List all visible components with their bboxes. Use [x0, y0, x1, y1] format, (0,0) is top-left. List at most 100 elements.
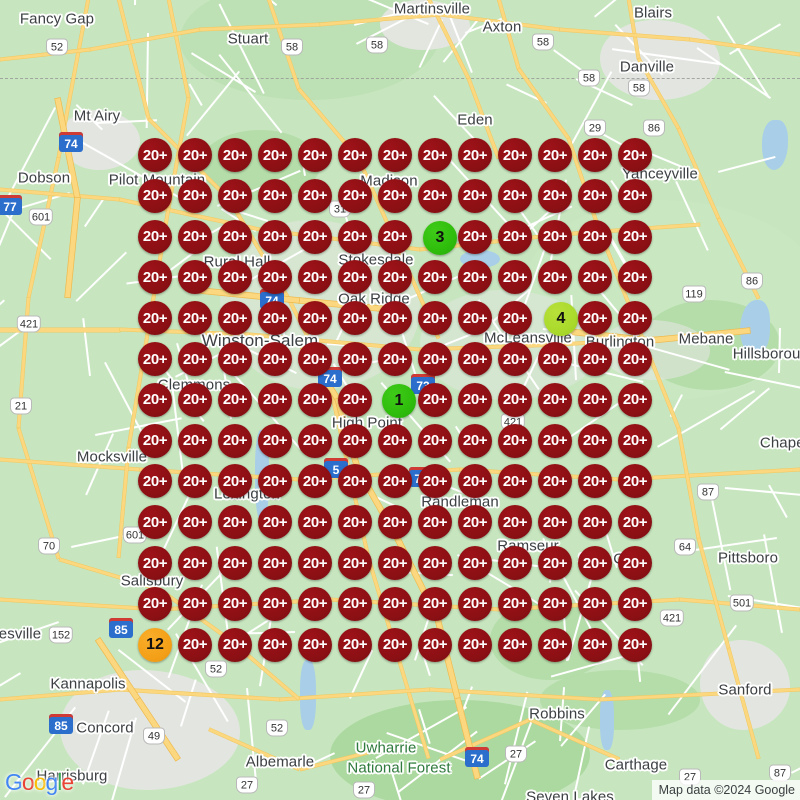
- cluster-marker-overflow[interactable]: 20+: [138, 464, 172, 499]
- cluster-marker-overflow[interactable]: 20+: [258, 382, 292, 417]
- cluster-marker-overflow[interactable]: 20+: [218, 464, 252, 499]
- cluster-marker-overflow[interactable]: 20+: [418, 546, 452, 580]
- cluster-marker-overflow[interactable]: 20+: [298, 586, 332, 621]
- cluster-marker-overflow[interactable]: 20+: [458, 627, 492, 662]
- cluster-marker-overflow[interactable]: 20+: [218, 382, 252, 417]
- cluster-marker-overflow[interactable]: 20+: [618, 586, 652, 621]
- cluster-marker-overflow[interactable]: 20+: [378, 586, 412, 621]
- cluster-marker-overflow[interactable]: 20+: [378, 464, 412, 499]
- cluster-marker-overflow[interactable]: 20+: [458, 586, 492, 621]
- cluster-marker-overflow[interactable]: 20+: [298, 423, 332, 458]
- cluster-marker-overflow[interactable]: 20+: [538, 382, 572, 417]
- cluster-marker-overflow[interactable]: 20+: [578, 586, 612, 621]
- cluster-marker-overflow[interactable]: 20+: [418, 178, 452, 213]
- cluster-marker-overflow[interactable]: 20+: [298, 464, 332, 499]
- cluster-marker-overflow[interactable]: 20+: [378, 260, 412, 295]
- cluster-marker-overflow[interactable]: 20+: [218, 627, 252, 662]
- cluster-marker-overflow[interactable]: 20+: [378, 219, 412, 254]
- cluster-marker-overflow[interactable]: 20+: [298, 301, 332, 336]
- cluster-marker-overflow[interactable]: 20+: [338, 423, 372, 458]
- cluster-marker-overflow[interactable]: 20+: [218, 423, 252, 458]
- cluster-marker-overflow[interactable]: 20+: [258, 464, 292, 499]
- cluster-marker-overflow[interactable]: 20+: [498, 464, 532, 499]
- cluster-marker-overflow[interactable]: 20+: [298, 260, 332, 295]
- cluster-marker-overflow[interactable]: 20+: [298, 219, 332, 254]
- cluster-marker-overflow[interactable]: 20+: [178, 586, 212, 621]
- cluster-marker-overflow[interactable]: 20+: [258, 586, 292, 621]
- cluster-marker-overflow[interactable]: 20+: [618, 423, 652, 458]
- cluster-marker-overflow[interactable]: 20+: [618, 546, 652, 580]
- cluster-marker-overflow[interactable]: 20+: [458, 464, 492, 499]
- cluster-marker-overflow[interactable]: 20+: [418, 423, 452, 458]
- cluster-marker-overflow[interactable]: 20+: [138, 423, 172, 458]
- cluster-marker-overflow[interactable]: 20+: [178, 505, 212, 540]
- cluster-marker-overflow[interactable]: 20+: [258, 423, 292, 458]
- cluster-marker-overflow[interactable]: 20+: [258, 627, 292, 662]
- cluster-marker-overflow[interactable]: 20+: [538, 505, 572, 540]
- cluster-marker-overflow[interactable]: 20+: [378, 627, 412, 662]
- cluster-marker-overflow[interactable]: 20+: [338, 301, 372, 336]
- cluster-marker-count[interactable]: 3: [423, 221, 457, 255]
- cluster-marker-overflow[interactable]: 20+: [418, 464, 452, 499]
- cluster-marker-overflow[interactable]: 20+: [178, 219, 212, 254]
- cluster-marker-overflow[interactable]: 20+: [458, 505, 492, 540]
- cluster-marker-overflow[interactable]: 20+: [338, 382, 372, 417]
- cluster-marker-overflow[interactable]: 20+: [338, 546, 372, 580]
- cluster-marker-overflow[interactable]: 20+: [538, 586, 572, 621]
- cluster-marker-overflow[interactable]: 20+: [178, 382, 212, 417]
- cluster-marker-overflow[interactable]: 20+: [458, 301, 492, 336]
- cluster-marker-overflow[interactable]: 20+: [578, 342, 612, 376]
- cluster-marker-overflow[interactable]: 20+: [258, 219, 292, 254]
- cluster-marker-overflow[interactable]: 20+: [618, 178, 652, 213]
- cluster-marker-overflow[interactable]: 20+: [418, 301, 452, 336]
- cluster-marker-overflow[interactable]: 20+: [458, 382, 492, 417]
- cluster-marker-overflow[interactable]: 20+: [138, 586, 172, 621]
- map-canvas[interactable]: 5258585858582986747760131741198642174732…: [0, 0, 800, 800]
- cluster-marker-overflow[interactable]: 20+: [538, 178, 572, 213]
- cluster-marker-overflow[interactable]: 20+: [218, 505, 252, 540]
- cluster-marker-overflow[interactable]: 20+: [418, 342, 452, 376]
- cluster-marker-overflow[interactable]: 20+: [578, 138, 612, 172]
- cluster-marker-overflow[interactable]: 20+: [218, 138, 252, 172]
- cluster-marker-overflow[interactable]: 20+: [618, 260, 652, 295]
- cluster-marker-overflow[interactable]: 20+: [378, 342, 412, 376]
- cluster-marker-overflow[interactable]: 20+: [338, 586, 372, 621]
- cluster-marker-overflow[interactable]: 20+: [218, 260, 252, 295]
- cluster-marker-overflow[interactable]: 20+: [218, 178, 252, 213]
- cluster-marker-overflow[interactable]: 20+: [538, 423, 572, 458]
- cluster-marker-overflow[interactable]: 20+: [218, 586, 252, 621]
- cluster-marker-overflow[interactable]: 20+: [298, 178, 332, 213]
- cluster-marker-overflow[interactable]: 20+: [538, 627, 572, 662]
- cluster-marker-overflow[interactable]: 20+: [618, 627, 652, 662]
- cluster-marker-overflow[interactable]: 20+: [138, 505, 172, 540]
- cluster-marker-count[interactable]: 1: [382, 384, 416, 418]
- cluster-marker-overflow[interactable]: 20+: [138, 138, 172, 172]
- cluster-marker-overflow[interactable]: 20+: [258, 505, 292, 540]
- cluster-marker-overflow[interactable]: 20+: [458, 423, 492, 458]
- cluster-marker-overflow[interactable]: 20+: [618, 138, 652, 172]
- cluster-marker-overflow[interactable]: 20+: [378, 546, 412, 580]
- cluster-marker-overflow[interactable]: 20+: [418, 260, 452, 295]
- cluster-marker-overflow[interactable]: 20+: [338, 505, 372, 540]
- cluster-marker-overflow[interactable]: 20+: [218, 301, 252, 336]
- cluster-marker-count[interactable]: 12: [138, 628, 172, 662]
- cluster-marker-overflow[interactable]: 20+: [498, 260, 532, 295]
- cluster-marker-overflow[interactable]: 20+: [258, 546, 292, 580]
- cluster-marker-overflow[interactable]: 20+: [498, 627, 532, 662]
- cluster-marker-overflow[interactable]: 20+: [378, 178, 412, 213]
- cluster-marker-overflow[interactable]: 20+: [178, 464, 212, 499]
- cluster-marker-overflow[interactable]: 20+: [178, 138, 212, 172]
- cluster-marker-overflow[interactable]: 20+: [418, 586, 452, 621]
- cluster-marker-overflow[interactable]: 20+: [138, 219, 172, 254]
- cluster-marker-overflow[interactable]: 20+: [498, 301, 532, 336]
- cluster-marker-overflow[interactable]: 20+: [138, 546, 172, 580]
- cluster-marker-overflow[interactable]: 20+: [338, 464, 372, 499]
- cluster-marker-overflow[interactable]: 20+: [618, 505, 652, 540]
- cluster-marker-overflow[interactable]: 20+: [178, 260, 212, 295]
- cluster-marker-overflow[interactable]: 20+: [538, 464, 572, 499]
- cluster-marker-overflow[interactable]: 20+: [298, 342, 332, 376]
- cluster-marker-overflow[interactable]: 20+: [338, 260, 372, 295]
- cluster-marker-overflow[interactable]: 20+: [178, 342, 212, 376]
- cluster-marker-overflow[interactable]: 20+: [578, 423, 612, 458]
- cluster-marker-overflow[interactable]: 20+: [578, 301, 612, 336]
